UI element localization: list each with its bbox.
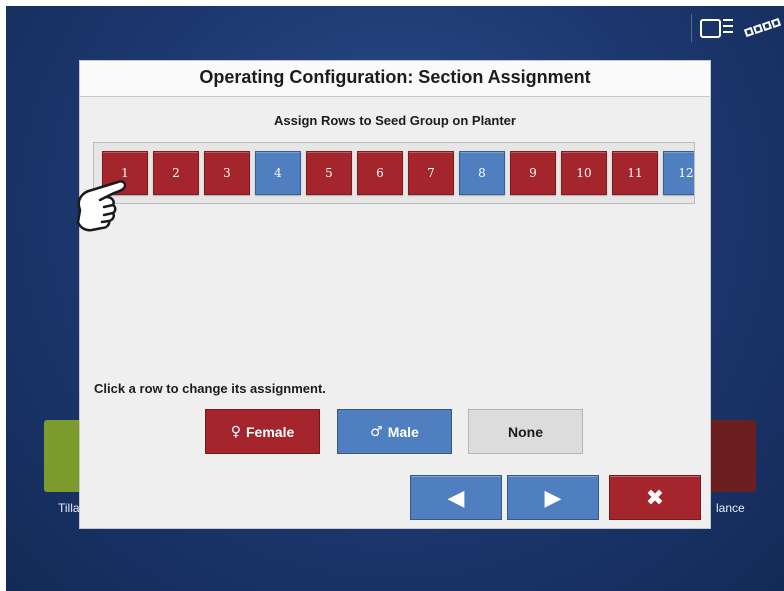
female-button-label: Female — [246, 423, 295, 440]
next-button[interactable]: ▶ — [507, 475, 599, 520]
none-button[interactable]: None — [468, 409, 583, 454]
right-arrow-icon: ▶ — [544, 484, 562, 510]
dialog-title: Operating Configuration: Section Assignm… — [80, 61, 710, 97]
pointing-hand-icon — [66, 170, 140, 244]
male-button[interactable]: ♂ Male — [337, 409, 452, 454]
male-symbol-icon: ♂ — [370, 423, 383, 440]
row-button[interactable]: 2 — [153, 151, 199, 195]
cancel-button[interactable]: ✖ — [609, 475, 701, 520]
row-button[interactable]: 9 — [510, 151, 556, 195]
male-button-label: Male — [387, 423, 419, 440]
gps-satellite-icon[interactable] — [743, 17, 784, 39]
row-button[interactable]: 12 — [663, 151, 694, 195]
left-arrow-icon: ◀ — [447, 484, 465, 510]
display-status-icon[interactable] — [700, 18, 736, 38]
status-bar — [691, 14, 784, 42]
row-button[interactable]: 3 — [204, 151, 250, 195]
row-button[interactable]: 5 — [306, 151, 352, 195]
previous-button[interactable]: ◀ — [410, 475, 502, 520]
row-assignment-strip[interactable]: 1 2 3 4 5 6 7 8 9 10 11 12 — [93, 142, 695, 204]
row-button[interactable]: 8 — [459, 151, 505, 195]
guidance-app-label: lance — [716, 501, 745, 515]
row-button[interactable]: 4 — [255, 151, 301, 195]
female-button[interactable]: ♀ Female — [205, 409, 320, 454]
section-assignment-dialog: Operating Configuration: Section Assignm… — [79, 60, 711, 529]
female-symbol-icon: ♀ — [230, 423, 241, 440]
assignment-hint: Click a row to change its assignment. — [94, 381, 326, 396]
row-button-list: 1 2 3 4 5 6 7 8 9 10 11 12 — [102, 151, 694, 195]
close-icon: ✖ — [645, 484, 665, 510]
row-button[interactable]: 7 — [408, 151, 454, 195]
row-button[interactable]: 6 — [357, 151, 403, 195]
none-button-label: None — [508, 423, 543, 440]
dialog-subtitle: Assign Rows to Seed Group on Planter — [274, 113, 516, 128]
row-button[interactable]: 10 — [561, 151, 607, 195]
tillage-app-label: Tilla — [58, 501, 80, 515]
row-button[interactable]: 11 — [612, 151, 658, 195]
